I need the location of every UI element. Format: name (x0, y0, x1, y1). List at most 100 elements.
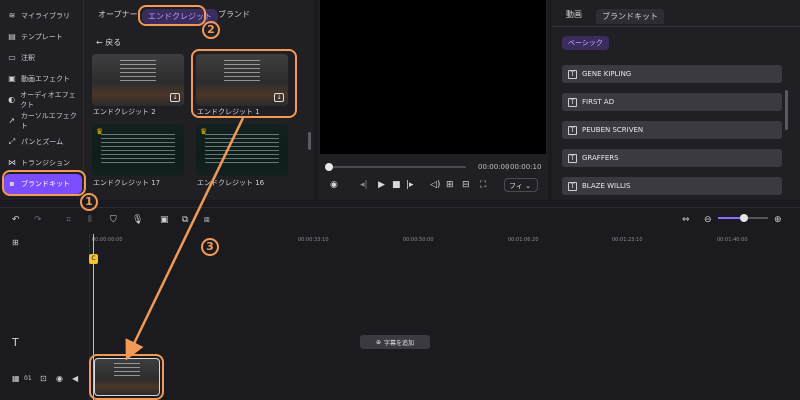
add-subtitle-label: 字幕を追加 (384, 339, 415, 347)
time-divider: | (506, 163, 509, 171)
tab-divider (552, 26, 800, 27)
stop-icon[interactable]: ■ (392, 180, 401, 190)
sidebar-item-audio-effects[interactable]: ◐ オーディオエフェクト (4, 90, 82, 110)
track-index: 01 (24, 375, 32, 382)
step-badge-3: 3 (201, 238, 219, 256)
fit-timeline-icon[interactable]: ⇔ (682, 215, 690, 225)
sidebar-item-label: マイライブラリ (21, 12, 70, 20)
split-icon[interactable]: ⫴ (88, 215, 92, 225)
track-header: ⊞ T ▦ 01 ⊡ ◉ ◀ (0, 234, 90, 400)
lock-icon[interactable]: ⊡ (40, 374, 47, 383)
credit-text-item[interactable]: T GENE KIPLING (562, 65, 782, 83)
credit-text-item[interactable]: T GRAFFERS (562, 149, 782, 167)
caption-icon[interactable]: ⧉ (182, 215, 188, 225)
mic-icon[interactable]: 🎙︎ (132, 215, 143, 225)
redo-icon[interactable]: ↷ (34, 215, 42, 225)
tab-brand[interactable]: ブランド (218, 9, 250, 20)
thumb-label: エンドクレジット 16 (197, 179, 265, 187)
highlight-timeline-clip (89, 354, 164, 400)
text-icon: T (568, 181, 577, 191)
video-canvas[interactable] (320, 0, 546, 154)
tab-brand-kit[interactable]: ブランドキット (596, 9, 664, 24)
volume-icon[interactable]: ◁) (430, 180, 440, 190)
tab-opener[interactable]: オープナー (98, 9, 138, 20)
zoom-slider[interactable] (718, 214, 768, 222)
sidebar-item-annotations[interactable]: ▭ 注釈 (4, 48, 82, 68)
shield-icon[interactable]: ⛉ (110, 215, 117, 225)
thumb-end-credit-16[interactable]: ♛ (196, 124, 288, 176)
sidebar-item-cursor-effects[interactable]: ➚ カーソルエフェクト (4, 111, 82, 131)
sidebar-item-my-library[interactable]: ≋ マイライブラリ (4, 6, 82, 26)
fullscreen-icon[interactable]: ⛶ (480, 180, 486, 190)
basic-chip[interactable]: ベーシック (562, 36, 609, 50)
thumb-label: エンドクレジット 17 (93, 179, 161, 187)
zoom-out-icon[interactable]: ⊖ (704, 215, 712, 225)
mute-icon[interactable]: ◀ (72, 374, 78, 383)
credit-text-label: FIRST AD (582, 98, 615, 106)
progress-knob[interactable] (325, 163, 333, 171)
mark-in-icon[interactable]: ⊞ (446, 180, 454, 190)
time-ruler[interactable]: 00:00:00:00 00:00:33:10 00:00:50:00 00:0… (90, 234, 800, 248)
camera-icon[interactable]: ◉ (330, 180, 338, 190)
arrow-left-icon: ← (96, 38, 103, 47)
add-subtitle-button[interactable]: ⊕ 字幕を追加 (360, 335, 430, 349)
zoom-in-icon[interactable]: ⊕ (774, 215, 782, 225)
transition-icon: ⋈ (8, 158, 16, 167)
previous-frame-icon[interactable]: ◂| (360, 180, 368, 190)
sidebar-item-label: トランジション (21, 159, 70, 167)
credit-text-label: PEUBEN SCRIVEN (582, 126, 644, 134)
credit-text-lines (205, 134, 279, 166)
eye-icon[interactable]: ◉ (56, 374, 63, 383)
sidebar-item-pan-zoom[interactable]: ⤢ パンとズーム (4, 132, 82, 152)
ruler-label: 00:00:00:00 (92, 237, 123, 243)
playhead-handle[interactable]: C (89, 254, 98, 264)
preview-panel: 00:00:00 | 00:00:10 ◉ ◂| ▶ ■ |▸ ◁) ⊞ ⊟ ⛶… (318, 0, 548, 200)
text-icon: T (568, 97, 577, 107)
zoom-slider-knob[interactable] (740, 214, 748, 222)
credit-text-label: GRAFFERS (582, 154, 619, 162)
add-track-icon[interactable]: ⊞ (12, 238, 19, 247)
layers-icon: ≋ (8, 11, 16, 20)
text-box-icon[interactable]: ▣ (160, 215, 169, 225)
credit-text-label: BLAZE WILLIS (582, 182, 631, 190)
back-label: 戻る (105, 38, 122, 47)
properties-scrollbar[interactable] (785, 90, 788, 130)
progress-bar[interactable] (325, 163, 466, 171)
mark-out-icon[interactable]: ⊟ (462, 180, 470, 190)
ruler-label: 00:01:06:20 (508, 237, 539, 243)
credit-text-item[interactable]: T PEUBEN SCRIVEN (562, 121, 782, 139)
video-effect-icon: ▣ (8, 74, 16, 83)
sidebar-item-templates[interactable]: ▤ テンプレート (4, 27, 82, 47)
sidebar-item-label: カーソルエフェクト (20, 112, 77, 130)
ruler-label: 00:01:40:00 (717, 237, 748, 243)
total-time: 00:00:10 (510, 163, 542, 171)
highlight-brand-kit (2, 170, 86, 196)
sidebar-item-label: オーディオエフェクト (20, 91, 76, 109)
credit-text-item[interactable]: T FIRST AD (562, 93, 782, 111)
tab-video[interactable]: 動画 (566, 9, 582, 20)
ai-caption-icon[interactable]: ⧈ (204, 215, 210, 225)
text-icon: T (568, 125, 577, 135)
sidebar-item-video-effects[interactable]: ▣ 動画エフェクト (4, 69, 82, 89)
current-time: 00:00:00 (478, 163, 510, 171)
play-icon[interactable]: ▶ (378, 180, 385, 190)
fit-label: フィ (509, 182, 523, 190)
next-frame-icon[interactable]: |▸ (406, 180, 414, 190)
thumb-end-credit-2[interactable]: ↓ (92, 54, 184, 106)
undo-icon[interactable]: ↶ (12, 215, 20, 225)
download-icon[interactable]: ↓ (170, 93, 180, 102)
thumb-end-credit-17[interactable]: ♛ (92, 124, 184, 176)
credit-text-lines (119, 60, 157, 84)
text-track-icon: T (12, 336, 19, 349)
ruler-label: 00:00:50:00 (403, 237, 434, 243)
fit-select[interactable]: フィ ⌄ (504, 178, 538, 192)
highlight-end-credits-tab (138, 5, 206, 26)
crop-icon[interactable]: ⌗ (66, 215, 71, 225)
library-scrollbar[interactable] (308, 132, 311, 150)
cursor-icon: ➚ (8, 116, 16, 125)
back-button[interactable]: ← 戻る (96, 37, 121, 48)
sidebar-item-label: 注釈 (21, 54, 35, 62)
credit-text-item[interactable]: T BLAZE WILLIS (562, 177, 782, 195)
template-icon: ▤ (8, 32, 16, 41)
sidebar-item-label: 動画エフェクト (21, 75, 70, 83)
